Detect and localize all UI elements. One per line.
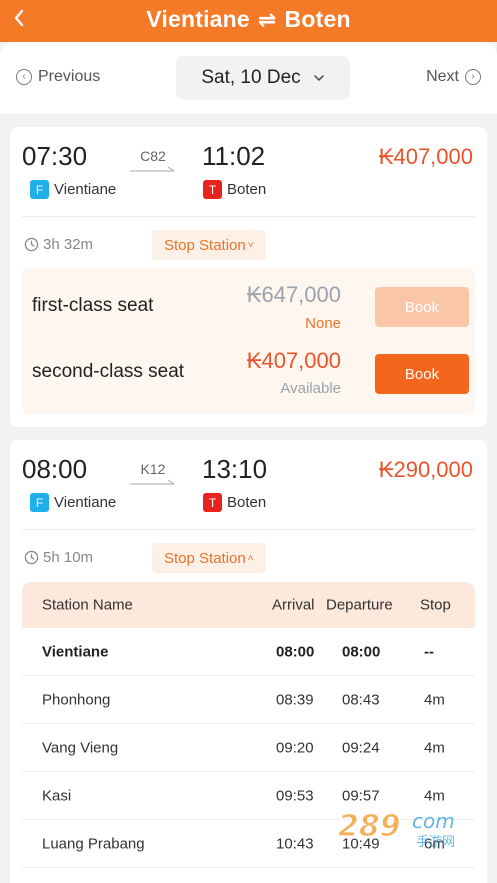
first-station-badge: F <box>30 493 49 512</box>
seat-class-name: second-class seat <box>32 361 185 382</box>
origin-station: F Vientiane <box>30 493 116 512</box>
stop-duration: 4m <box>424 739 445 756</box>
duration-text: 3h 32m <box>43 236 94 253</box>
seat-availability: None <box>305 315 341 332</box>
duration-text: 5h 10m <box>43 549 94 566</box>
origin-station-name: Vientiane <box>54 181 117 198</box>
seat-class-name: first-class seat <box>32 295 154 316</box>
date-selector[interactable]: Sat, 10 Dec <box>176 56 350 100</box>
destination-station-name: Boten <box>227 494 267 511</box>
stops-table-header: Station Name Arrival Departure Stop <box>22 582 475 628</box>
next-label: Next <box>426 68 459 85</box>
departure-time: 08:00 <box>22 454 88 484</box>
destination-station: T Boten <box>203 493 266 512</box>
previous-day-button[interactable]: ‹ Previous <box>16 68 100 86</box>
trip-duration: 5h 10m <box>24 549 93 566</box>
header-stop: Stop <box>420 596 451 614</box>
table-row: Vang Vieng 09:20 09:24 4m <box>22 724 475 772</box>
stop-station-toggle[interactable]: Stop Station ˄ <box>152 543 266 573</box>
terminal-station-badge: T <box>203 180 222 199</box>
trip-duration: 3h 32m <box>24 236 93 253</box>
departure-time: 07:30 <box>22 141 88 171</box>
header-departure: Departure <box>326 596 393 614</box>
destination-station: T Boten <box>203 180 266 199</box>
arrival-time: 11:02 <box>202 141 266 171</box>
stop-station-toggle[interactable]: Stop Station ˅ <box>152 230 266 260</box>
stop-duration: 4m <box>424 691 445 708</box>
divider <box>22 529 475 530</box>
station-name: Vang Vieng <box>42 739 119 756</box>
table-row: Vientiane 08:00 08:00 -- <box>22 628 475 676</box>
station-name: Vientiane <box>42 643 109 660</box>
train-card[interactable]: 07:30 C82 11:02 ₭407,000 F Vientiane T B… <box>10 127 487 427</box>
train-number: C82 <box>140 148 166 164</box>
chevron-left-circle-icon: ‹ <box>16 69 32 85</box>
header-arrival: Arrival <box>272 596 315 614</box>
seat-price: ₭407,000 <box>246 348 341 373</box>
lowest-price: ₭290,000 <box>378 457 473 482</box>
arrival-time: 09:53 <box>276 787 314 804</box>
departure-time: 09:57 <box>342 787 380 804</box>
lowest-price: ₭407,000 <box>378 144 473 169</box>
date-navigation: ‹ Previous Sat, 10 Dec Next › <box>0 42 497 114</box>
route-title: Vientiane ⇌ Boten <box>0 6 497 33</box>
stop-station-label: Stop Station <box>164 549 246 567</box>
seat-price: ₭647,000 <box>246 282 341 307</box>
stop-duration: -- <box>424 643 434 660</box>
direction-arrow-icon <box>130 166 175 172</box>
chevron-down-icon <box>313 75 324 81</box>
origin-station: F Vientiane <box>30 180 116 199</box>
first-station-badge: F <box>30 180 49 199</box>
swap-icon[interactable]: ⇌ <box>258 7 277 33</box>
chevron-right-circle-icon: › <box>465 69 481 85</box>
destination-station-name: Boten <box>227 181 267 198</box>
chevron-down-icon: ˅ <box>247 239 254 251</box>
origin-title: Vientiane <box>146 6 250 32</box>
watermark-subtext: 手游网 <box>416 835 455 848</box>
train-number: K12 <box>140 461 166 477</box>
watermark-number: 289 <box>338 809 401 844</box>
next-day-button[interactable]: Next › <box>426 68 481 86</box>
previous-label: Previous <box>38 68 101 85</box>
arrival-time: 10:43 <box>276 835 314 852</box>
station-name: Phonhong <box>42 691 111 708</box>
table-row: Phonhong 08:39 08:43 4m <box>22 676 475 724</box>
divider <box>22 216 475 217</box>
departure-time: 08:43 <box>342 691 380 708</box>
station-name: Kasi <box>42 787 72 804</box>
station-name: Luang Prabang <box>42 835 145 852</box>
stop-station-label: Stop Station <box>164 236 246 254</box>
watermark-logo: 289 com 手游网 <box>337 808 455 848</box>
chevron-up-icon: ˄ <box>247 552 254 564</box>
arrival-time: 09:20 <box>276 739 314 756</box>
date-label: Sat, 10 Dec <box>201 67 301 88</box>
top-app-bar: Vientiane ⇌ Boten <box>0 0 497 42</box>
clock-icon <box>24 550 39 565</box>
arrival-time: 08:00 <box>276 643 315 660</box>
direction-arrow-icon <box>130 479 175 485</box>
arrival-time: 13:10 <box>202 454 268 484</box>
book-button-disabled[interactable]: Book <box>375 287 469 327</box>
seat-options-panel: first-class seat ₭647,000 None Book seco… <box>22 268 475 414</box>
origin-station-name: Vientiane <box>54 494 117 511</box>
header-station-name: Station Name <box>42 596 133 614</box>
book-button[interactable]: Book <box>375 354 469 394</box>
terminal-station-badge: T <box>203 493 222 512</box>
destination-title: Boten <box>284 6 351 32</box>
seat-availability: Available <box>280 380 341 397</box>
clock-icon <box>24 237 39 252</box>
departure-time: 09:24 <box>342 739 380 756</box>
departure-time: 08:00 <box>342 643 381 660</box>
arrival-time: 08:39 <box>276 691 314 708</box>
stop-duration: 4m <box>424 787 445 804</box>
watermark-suffix: com <box>412 809 455 833</box>
